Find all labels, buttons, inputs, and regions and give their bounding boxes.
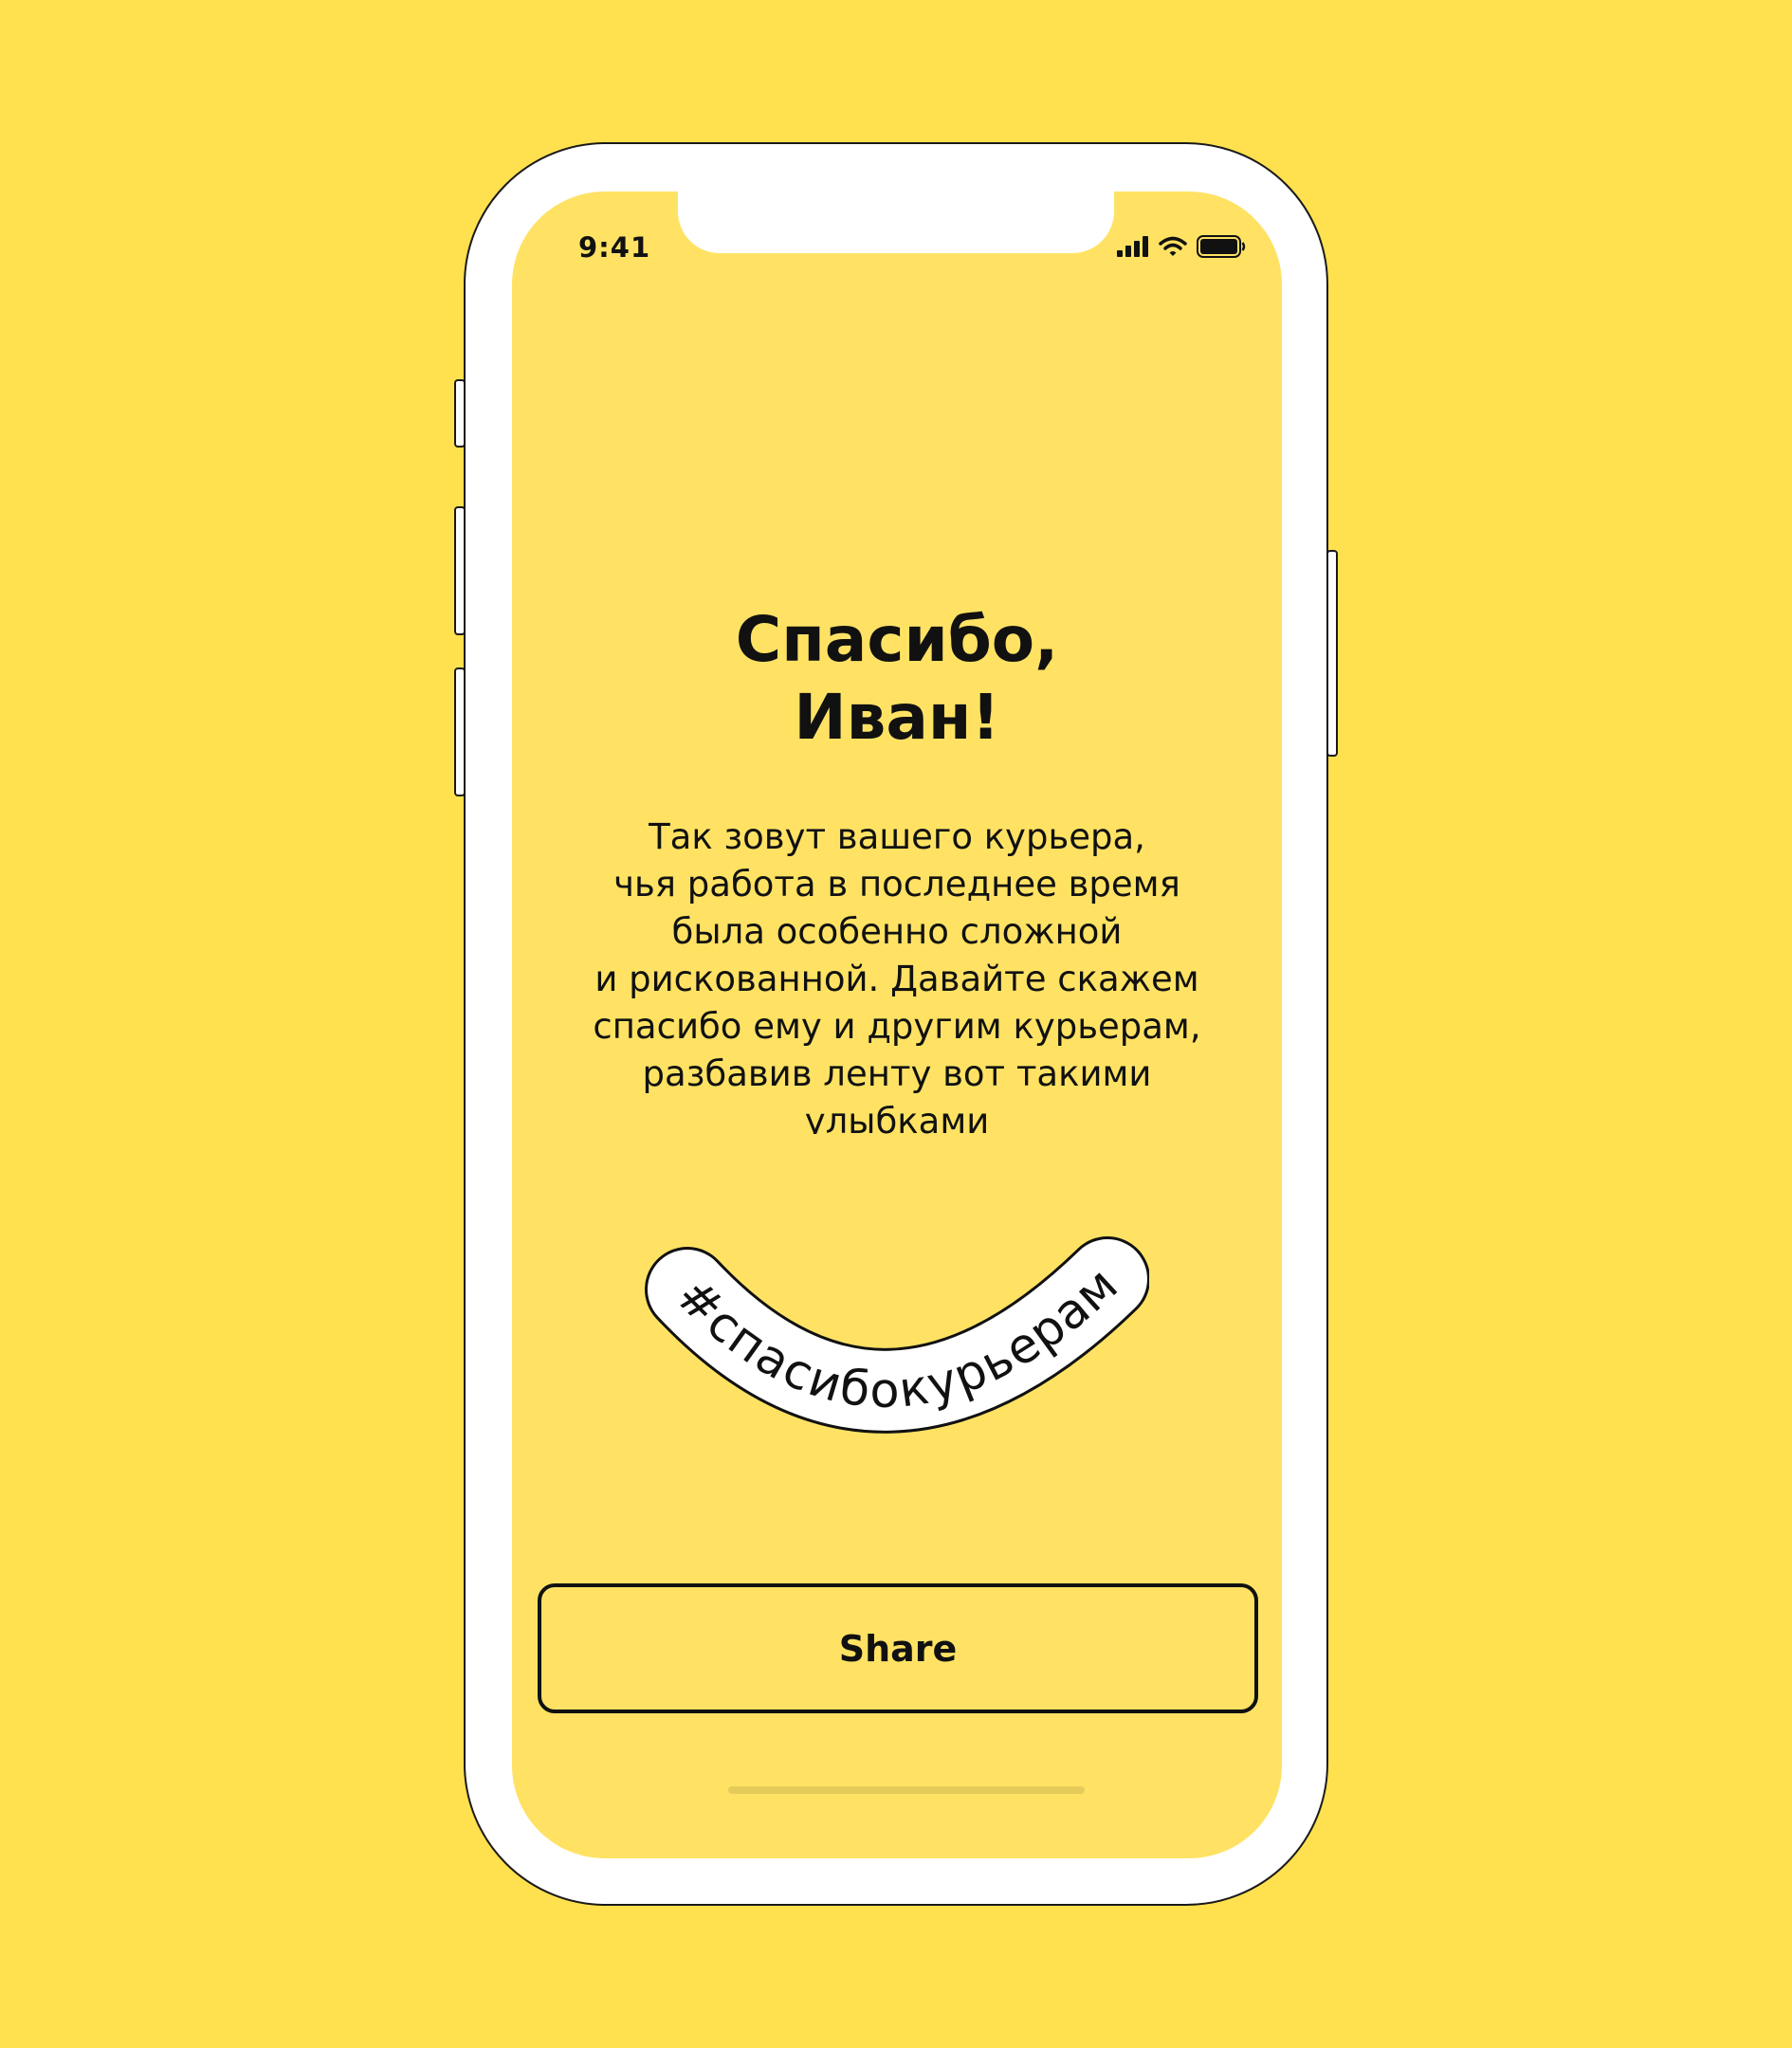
home-indicator[interactable] [728,1786,1085,1794]
volume-down-button [454,667,466,796]
wifi-icon [1159,236,1187,261]
message-text: Так зовут вашего курьера, чья работа в п… [593,816,1201,1134]
phone-frame: 9:41 Спасибо, Иван! Так зовут вашего кур… [454,142,1338,1906]
status-icons [1117,235,1246,262]
notch [678,192,1114,253]
status-time: 9:41 [578,231,651,264]
battery-icon [1197,235,1246,262]
page-title: Спасибо, Иван! [735,603,1059,754]
hashtag-smile-badge: #спасибокурьерам [645,1230,1150,1438]
volume-up-button [454,506,466,635]
share-button[interactable]: Share [538,1583,1258,1713]
cellular-signal-icon [1117,236,1149,261]
mute-switch [454,379,466,448]
phone-screen: 9:41 Спасибо, Иван! Так зовут вашего кур… [512,192,1282,1858]
power-button [1326,550,1338,757]
share-button-label: Share [838,1627,958,1670]
